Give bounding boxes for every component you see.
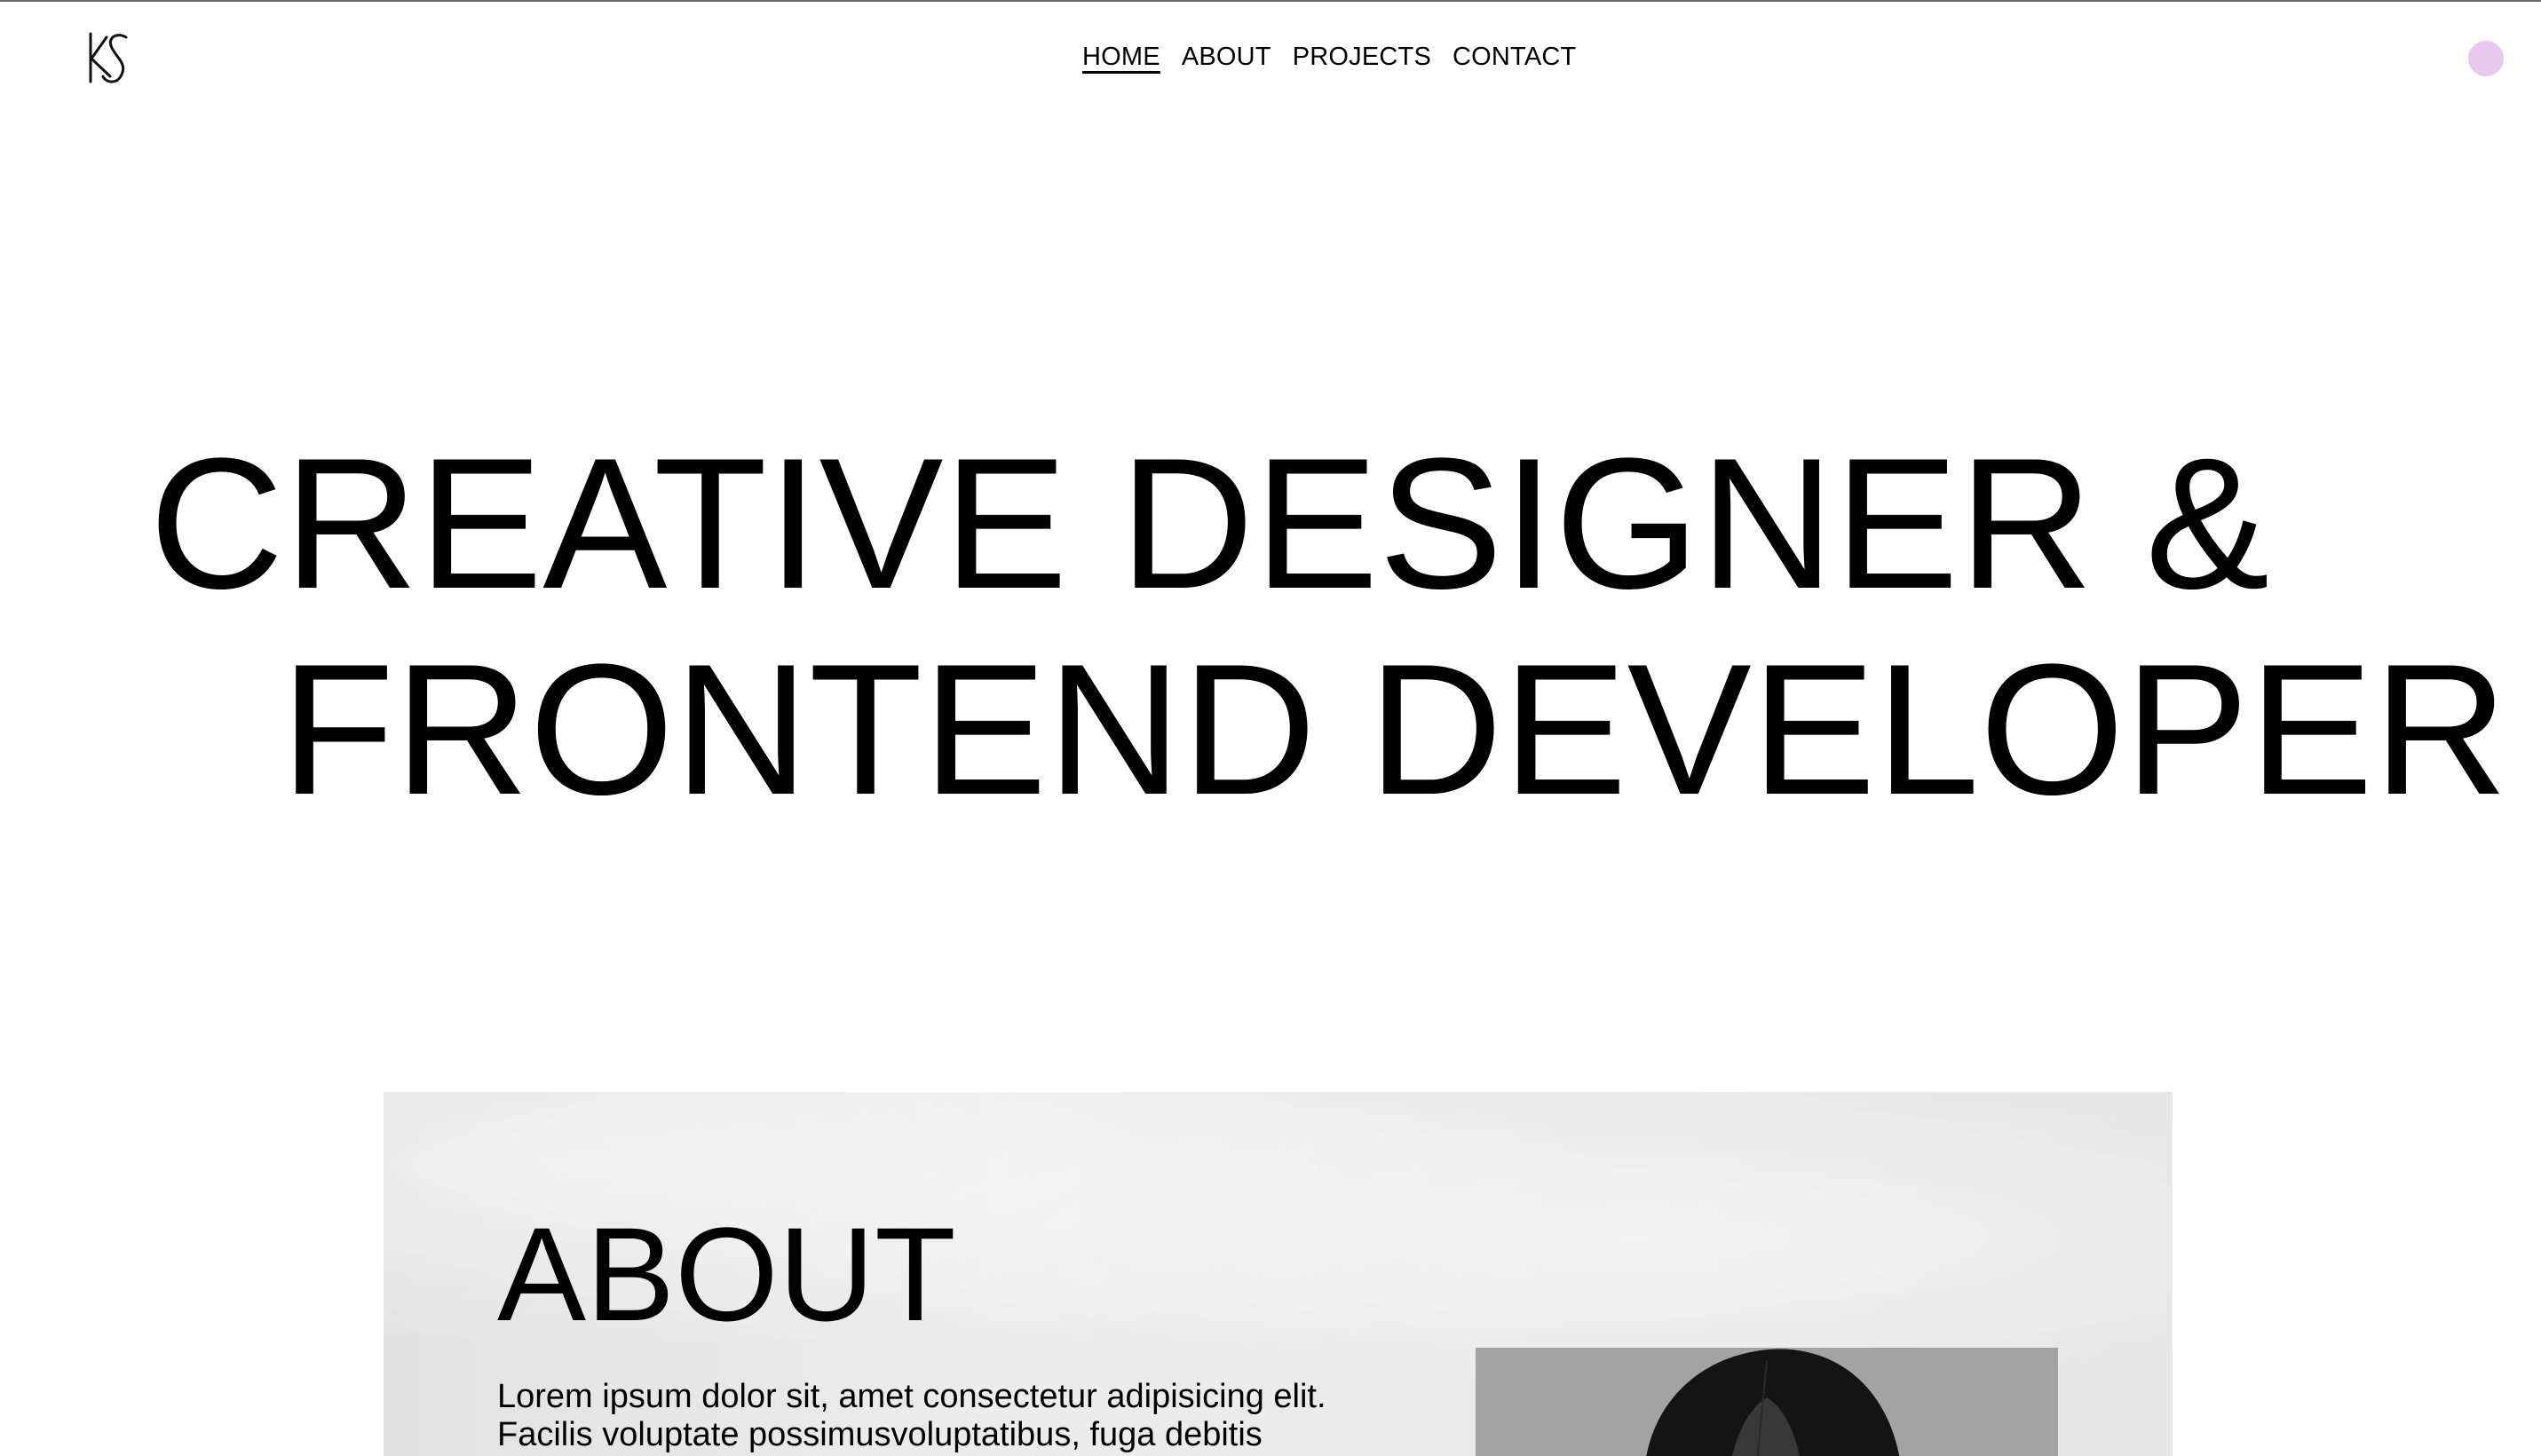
- about-text-line1: Lorem ipsum dolor sit, amet consectetur …: [497, 1378, 1326, 1415]
- ks-logo[interactable]: [85, 30, 135, 87]
- theme-toggle-dot[interactable]: [2468, 41, 2504, 76]
- nav-contact-link[interactable]: CONTACT: [1453, 39, 1576, 75]
- about-title: ABOUT: [497, 1199, 956, 1349]
- about-section: ABOUT Lorem ipsum dolor sit, amet consec…: [384, 1092, 2173, 1456]
- hero-title-line2: FRONTEND DEVELOPER: [281, 625, 2508, 834]
- about-text: Lorem ipsum dolor sit, amet consectetur …: [497, 1378, 1385, 1454]
- hero-title-line1: CREATIVE DESIGNER &: [149, 419, 2270, 628]
- main-nav: HOME ABOUT PROJECTS CONTACT: [1082, 39, 1576, 75]
- nav-projects-link[interactable]: PROJECTS: [1293, 39, 1431, 75]
- nav-about-link[interactable]: ABOUT: [1182, 39, 1271, 75]
- about-text-line2: Facilis voluptate possimusvoluptatibus, …: [497, 1416, 1263, 1453]
- nav-home-link[interactable]: HOME: [1082, 39, 1160, 75]
- top-border: [0, 0, 2541, 2]
- portrait-photo: [1476, 1348, 2058, 1456]
